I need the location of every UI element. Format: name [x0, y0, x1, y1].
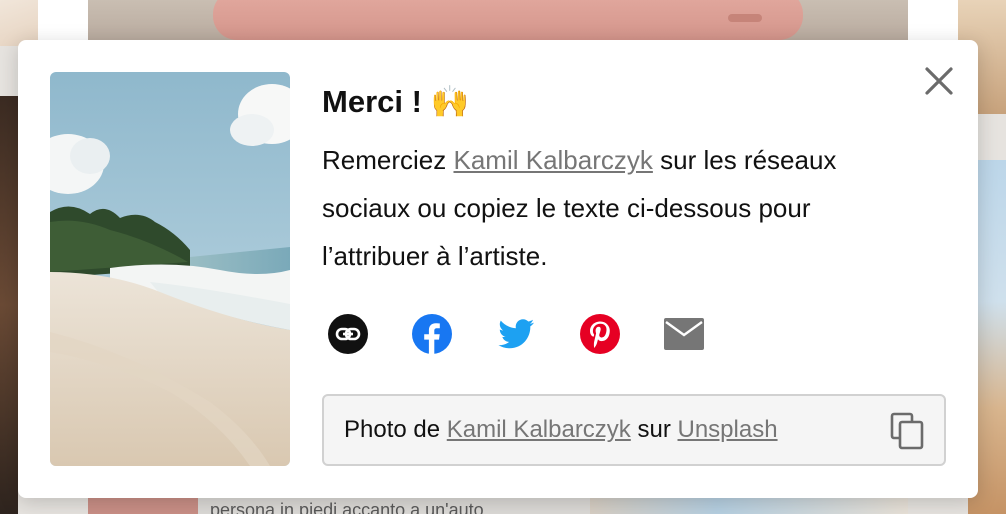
attribution-box[interactable]: Photo de Kamil Kalbarczyk sur Unsplash — [322, 394, 946, 466]
email-icon[interactable] — [664, 314, 704, 354]
modal-content: Merci ! 🙌 Remerciez Kamil Kalbarczyk sur… — [322, 78, 942, 354]
gallery-gap — [908, 0, 958, 40]
gallery-gap — [38, 0, 88, 40]
twitter-icon[interactable] — [496, 314, 536, 354]
unsplash-link[interactable]: Unsplash — [678, 416, 778, 443]
title-text: Merci ! — [322, 84, 422, 119]
photo-thumbnail — [50, 72, 290, 466]
gallery-photo-car[interactable] — [88, 0, 908, 40]
thank-you-modal: Merci ! 🙌 Remerciez Kamil Kalbarczyk sur… — [18, 40, 978, 498]
attribution-middle: sur — [630, 416, 678, 443]
gallery-photo[interactable] — [0, 96, 18, 514]
attribution-text: Photo de Kamil Kalbarczyk sur Unsplash — [344, 416, 778, 444]
modal-title: Merci ! 🙌 — [322, 82, 942, 122]
attribution-artist-link[interactable]: Kamil Kalbarczyk — [447, 416, 631, 443]
gallery-photo[interactable] — [590, 498, 908, 514]
attribution-prefix: Photo de — [344, 416, 447, 443]
copy-icon[interactable] — [890, 412, 926, 450]
pinterest-icon[interactable] — [580, 314, 620, 354]
raised-hands-emoji: 🙌 — [430, 84, 470, 119]
link-icon[interactable] — [328, 314, 368, 354]
description-prefix: Remerciez — [322, 145, 454, 175]
gallery-photo[interactable] — [88, 498, 198, 514]
car-handle — [728, 14, 762, 22]
modal-description: Remerciez Kamil Kalbarczyk sur les résea… — [322, 136, 922, 280]
artist-link[interactable]: Kamil Kalbarczyk — [453, 145, 652, 175]
facebook-icon[interactable] — [412, 314, 452, 354]
car-shape — [213, 0, 803, 40]
share-buttons — [322, 314, 942, 354]
